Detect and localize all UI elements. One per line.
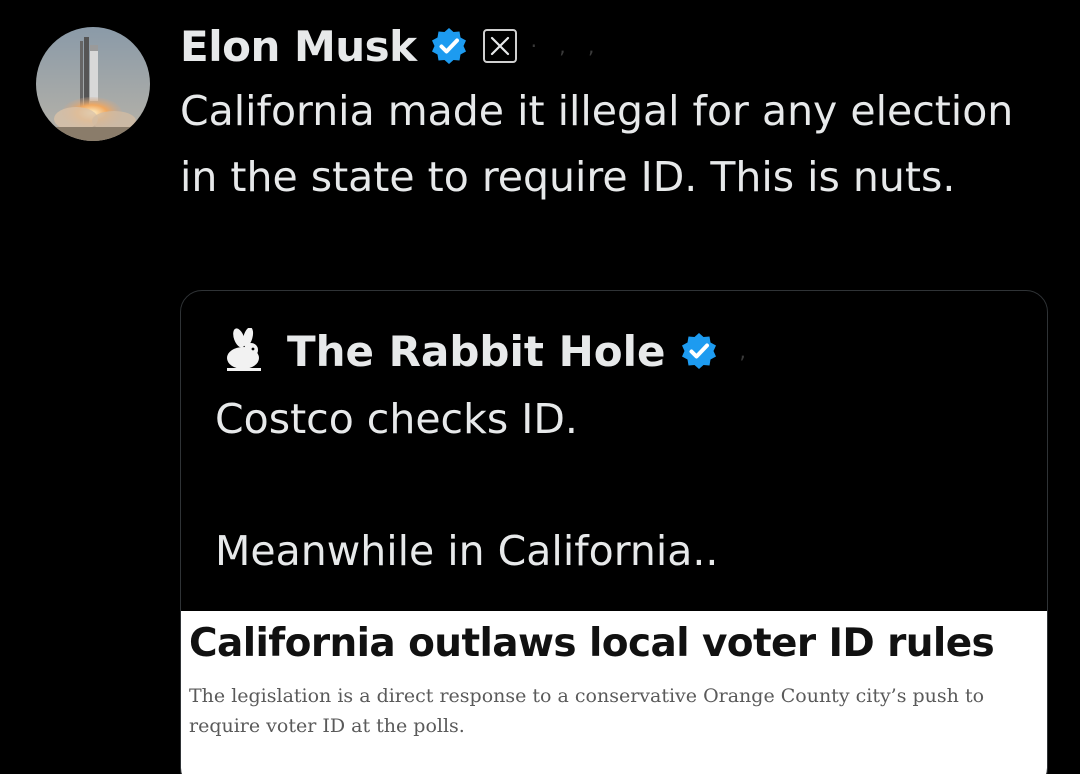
verified-badge-icon (679, 331, 719, 371)
tweet-text: California made it illegal for any elect… (180, 87, 1014, 201)
quote-author-name[interactable]: The Rabbit Hole (287, 327, 665, 376)
quoted-tweet[interactable]: The Rabbit Hole , Costco checks ID. Mean… (180, 290, 1048, 774)
author-name[interactable]: Elon Musk (180, 22, 417, 71)
quote-text-line: Costco checks ID. (215, 395, 578, 443)
article-headline: California outlaws local voter ID rules (189, 621, 995, 666)
quote-author-handle[interactable]: , (739, 339, 753, 363)
tweet-view: Elon Musk · , , California made it illeg… (0, 0, 1080, 774)
quote-author-row: The Rabbit Hole , (221, 321, 754, 381)
author-row: Elon Musk · , , (180, 18, 1060, 74)
x-logo-icon[interactable] (482, 29, 517, 63)
author-handle[interactable]: · , , (531, 34, 603, 58)
rabbit-icon[interactable] (221, 327, 267, 374)
author-avatar[interactable] (36, 27, 150, 141)
quote-text-line: Meanwhile in California.. (215, 527, 719, 575)
starship-launch-avatar (36, 27, 150, 141)
article-screenshot-image[interactable]: California outlaws local voter ID rules … (181, 611, 1047, 774)
verified-badge-icon (429, 26, 469, 66)
article-subhead: The legislation is a direct response to … (189, 685, 985, 737)
